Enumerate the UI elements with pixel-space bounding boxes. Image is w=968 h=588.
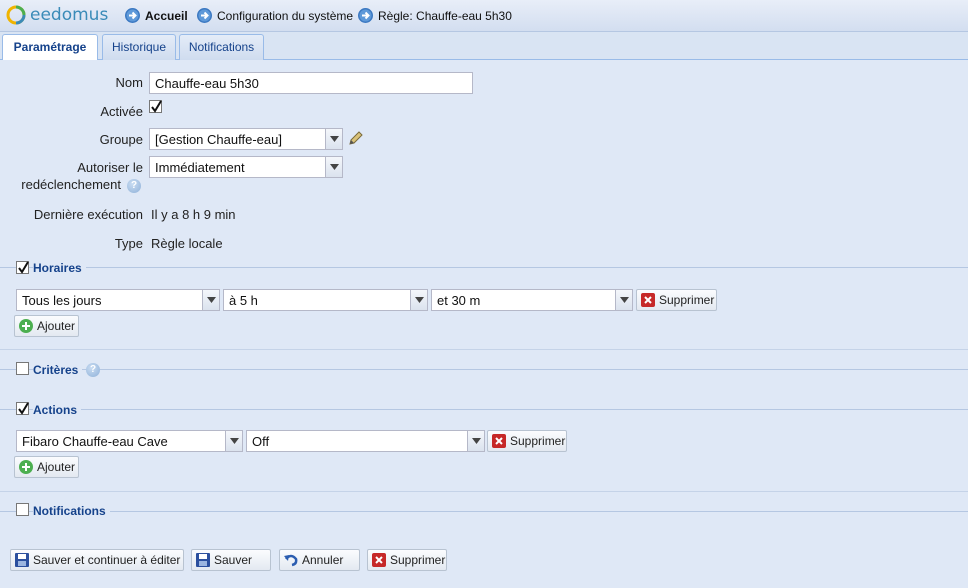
logo-text: eedomus <box>30 5 109 25</box>
delete-icon <box>372 553 386 567</box>
help-icon[interactable]: ? <box>86 363 100 377</box>
activee-checkbox[interactable] <box>149 100 162 113</box>
section-divider <box>0 511 968 512</box>
horaires-heure-select[interactable]: à 5 h <box>223 289 428 311</box>
chevron-down-icon[interactable] <box>467 431 484 451</box>
chevron-down-icon[interactable] <box>615 290 632 310</box>
tab-historique[interactable]: Historique <box>102 34 176 60</box>
eedomus-logo[interactable]: eedomus <box>6 5 116 27</box>
chevron-down-icon[interactable] <box>325 157 342 177</box>
pencil-icon[interactable] <box>348 130 364 146</box>
add-label: Ajouter <box>37 319 76 333</box>
type-label: Type <box>114 236 143 251</box>
save-button[interactable]: Sauver <box>191 549 271 571</box>
horaires-delete-button[interactable]: Supprimer <box>636 289 717 311</box>
type-value: Règle locale <box>151 236 223 251</box>
actions-checkbox[interactable] <box>16 402 29 415</box>
undo-icon <box>284 554 298 567</box>
autoriser-select[interactable]: Immédiatement <box>149 156 343 178</box>
save-continue-label: Sauver et continuer à éditer <box>33 553 181 567</box>
check-icon <box>18 402 29 415</box>
criteres-checkbox[interactable] <box>16 362 29 375</box>
chevron-down-icon[interactable] <box>202 290 219 310</box>
arrow-right-icon <box>197 8 212 23</box>
delete-icon <box>641 293 655 307</box>
arrow-right-icon <box>125 8 140 23</box>
delete-label: Supprimer <box>659 293 715 307</box>
logo-ring-icon <box>6 5 26 25</box>
section-divider <box>0 267 968 268</box>
add-icon <box>19 319 33 333</box>
check-icon <box>151 100 162 113</box>
horaires-add-button[interactable]: Ajouter <box>14 315 79 337</box>
app-header: eedomus Accueil Configuration du système… <box>0 0 968 32</box>
device-value: Fibaro Chauffe-eau Cave <box>22 434 168 449</box>
actions-device-select[interactable]: Fibaro Chauffe-eau Cave <box>16 430 243 452</box>
add-label: Ajouter <box>37 460 76 474</box>
breadcrumb-label: Règle: Chauffe-eau 5h30 <box>378 9 512 23</box>
save-label: Sauver <box>214 553 253 567</box>
derniere-execution-value: Il y a 8 h 9 min <box>151 207 236 222</box>
chevron-down-icon[interactable] <box>225 431 242 451</box>
floppy-disk-icon <box>15 553 29 567</box>
delete-label: Supprimer <box>510 434 566 448</box>
actions-title[interactable]: Actions <box>33 403 82 417</box>
arrow-right-icon <box>358 8 373 23</box>
chevron-down-icon[interactable] <box>325 129 342 149</box>
delete-rule-label: Supprimer <box>390 553 446 567</box>
autoriser-value: Immédiatement <box>155 160 245 175</box>
form-panel: Nom Activée Groupe [Gestion Chauffe-eau]… <box>0 60 968 588</box>
save-continue-button[interactable]: Sauver et continuer à éditer <box>10 549 184 571</box>
actions-delete-button[interactable]: Supprimer <box>487 430 567 452</box>
horaires-minute-select[interactable]: et 30 m <box>431 289 633 311</box>
groupe-select[interactable]: [Gestion Chauffe-eau] <box>149 128 343 150</box>
horaires-frequence-select[interactable]: Tous les jours <box>16 289 220 311</box>
heure-value: à 5 h <box>229 293 258 308</box>
delete-rule-button[interactable]: Supprimer <box>367 549 447 571</box>
activee-label: Activée <box>100 104 143 119</box>
nom-label: Nom <box>115 75 143 90</box>
cancel-label: Annuler <box>302 553 344 567</box>
nom-input[interactable] <box>149 72 473 94</box>
tab-parametrage[interactable]: Paramétrage <box>2 34 98 61</box>
groupe-label: Groupe <box>99 132 143 147</box>
add-icon <box>19 460 33 474</box>
check-icon <box>18 261 29 274</box>
tab-notifications[interactable]: Notifications <box>179 34 264 60</box>
notifications-checkbox[interactable] <box>16 503 29 516</box>
breadcrumb-label: Accueil <box>145 9 188 23</box>
section-divider <box>0 369 968 370</box>
tab-bar: Paramétrage Historique Notifications <box>0 32 968 61</box>
section-divider <box>0 409 968 410</box>
horaires-checkbox[interactable] <box>16 261 29 274</box>
chevron-down-icon[interactable] <box>410 290 427 310</box>
breadcrumb-label: Configuration du système <box>217 9 354 23</box>
actions-add-button[interactable]: Ajouter <box>14 456 79 478</box>
cancel-button[interactable]: Annuler <box>279 549 360 571</box>
derniere-execution-label: Dernière exécution <box>33 207 143 222</box>
floppy-disk-icon <box>196 553 210 567</box>
delete-icon <box>492 434 506 448</box>
frequence-value: Tous les jours <box>22 293 102 308</box>
notifications-title[interactable]: Notifications <box>33 504 110 518</box>
criteres-title[interactable]: Critères <box>33 363 83 377</box>
horaires-title[interactable]: Horaires <box>33 261 86 275</box>
minute-value: et 30 m <box>437 293 481 308</box>
action-value: Off <box>252 434 270 449</box>
groupe-value: [Gestion Chauffe-eau] <box>155 132 282 147</box>
autoriser-label-line2: redéclenchement <box>21 177 121 192</box>
actions-value-select[interactable]: Off <box>246 430 485 452</box>
autoriser-label-line1: Autoriser le <box>77 160 143 175</box>
help-icon[interactable]: ? <box>127 179 141 193</box>
